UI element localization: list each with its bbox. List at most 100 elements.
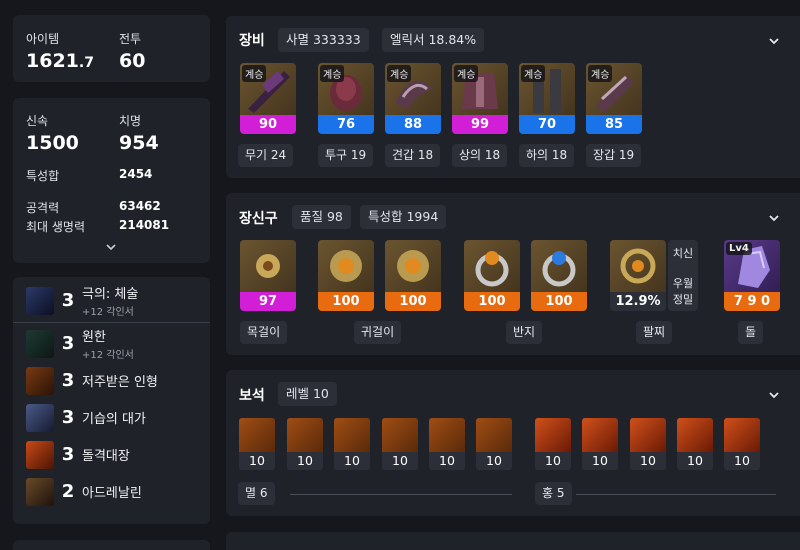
earring-item[interactable]: 100 [385,240,441,311]
engraving-row[interactable]: 3 원한 +12 각인서 [13,325,210,362]
gem-slot[interactable]: 10 [476,418,512,470]
hp-label: 최대 생명력 [26,220,86,234]
earring-icon [330,250,362,282]
equipment-panel: 장비 사멸 333333 엘릭서 18.84% 계승 90 계승 76 계승 8… [226,16,800,178]
quality-pill: 품질 98 [292,205,351,229]
item-level: 아이템 1621.7 [26,32,94,72]
stat-swift: 신속 1500 [26,114,79,154]
slot-label-earring: 귀걸이 [354,321,402,344]
slot-label-ring: 반지 [506,321,543,344]
spec-pill: 특성합 1994 [360,205,447,229]
bracelet-item[interactable]: 12.9% [610,240,666,311]
earring-item[interactable]: 100 [318,240,374,311]
gem-icon [535,418,571,452]
atk-label: 공격력 [26,201,60,215]
gem-level-pill: 레벨 10 [278,382,337,406]
engraving-icon [26,286,54,315]
next-panel [226,532,800,550]
gem-slot[interactable]: 10 [724,418,760,470]
collapse-chevron-icon[interactable] [767,34,781,48]
pants-item[interactable]: 계승 70 [519,63,575,134]
bracelet-icon [620,248,656,284]
engraving-icon [26,477,54,506]
engraving-icon [26,440,54,469]
gem-slot[interactable]: 10 [382,418,418,470]
gem-slot[interactable]: 10 [677,418,713,470]
helmet-item[interactable]: 계승 76 [318,63,374,134]
slot-label-pants: 하의 18 [519,144,575,167]
slot-label-helmet: 투구 19 [318,144,374,167]
gem-slot[interactable]: 10 [429,418,465,470]
gem-icon [382,418,418,452]
shoulder-item[interactable]: 계승 88 [385,63,441,134]
chest-item[interactable]: 계승 99 [452,63,508,134]
gems-panel: 보석 레벨 10 10 10 10 10 10 10 10 10 10 10 1… [226,370,800,516]
gem-divider [576,494,776,495]
spec-sum-label: 특성합 [26,169,60,183]
slot-label-shoulder: 견갑 18 [385,144,441,167]
gem-icon [630,418,666,452]
collapse-chevron-icon[interactable] [767,211,781,225]
engraving-row[interactable]: 3 돌격대장 [13,436,210,473]
ring-icon [542,251,576,287]
accessories-panel: 장신구 품질 98 특성합 1994 97 100 100 100 100 12… [226,193,800,355]
elixir-pill: 엘릭서 18.84% [382,28,485,52]
engraving-card: 3 극의: 체술 +12 각인서 3 원한 +12 각인서 3 저주받은 인형 3 … [13,277,210,524]
gem-group-doom-label: 멸 6 [238,482,275,505]
stats-card: 신속 1500 치명 954 특성합 2454 공격력 63462 최대 생명력… [13,98,210,263]
engraving-row[interactable]: 3 기습의 대가 [13,399,210,436]
gloves-item[interactable]: 계승 85 [586,63,642,134]
slot-label-gloves: 장갑 19 [586,144,642,167]
earring-icon [397,250,429,282]
gem-slot[interactable]: 10 [334,418,370,470]
set-pill: 사멸 333333 [278,28,369,52]
engraving-row[interactable]: 2 아드레날린 [13,473,210,510]
slot-label-bracelet: 팔찌 [636,321,673,344]
gem-slot[interactable]: 10 [535,418,571,470]
level-card: 아이템 1621.7 전투 60 [13,15,210,82]
gem-icon [582,418,618,452]
divider [13,322,210,323]
gem-icon [239,418,275,452]
slot-label-necklace: 목걸이 [240,321,288,344]
engraving-icon [26,366,54,395]
accessories-title: 장신구 [239,211,278,227]
engraving-row[interactable]: 3 극의: 체술 +12 각인서 [13,282,210,319]
spec-sum-value: 2454 [119,167,153,181]
ring-item[interactable]: 100 [464,240,520,311]
gem-group-flame-label: 홍 5 [535,482,572,505]
expand-chevron-icon[interactable] [105,242,117,252]
engraving-row[interactable]: 3 저주받은 인형 [13,362,210,399]
gem-icon [677,418,713,452]
slot-label-stone: 돌 [738,321,764,344]
bracelet-stats: 치신 우월 정밀 [668,240,698,311]
gem-icon [334,418,370,452]
necklace-icon [256,254,280,278]
battle-level: 전투 60 [119,32,146,72]
necklace-item[interactable]: 97 [240,240,296,311]
gems-title: 보석 [239,388,265,404]
gem-slot[interactable]: 10 [239,418,275,470]
equipment-title: 장비 [239,33,265,49]
ring-item[interactable]: 100 [531,240,587,311]
next-card [13,540,210,550]
stone-item[interactable]: Lv4 7 9 0 [724,240,780,311]
slot-label-chest: 상의 18 [452,144,508,167]
slot-label-weapon: 무기 24 [238,144,294,167]
collapse-chevron-icon[interactable] [767,388,781,402]
engraving-icon [26,329,54,358]
weapon-item[interactable]: 계승 90 [240,63,296,134]
engraving-icon [26,403,54,432]
gem-divider [290,494,512,495]
gem-slot[interactable]: 10 [582,418,618,470]
gem-icon [429,418,465,452]
gem-icon [287,418,323,452]
ring-icon [475,251,509,287]
hp-value: 214081 [119,218,170,232]
gem-slot[interactable]: 10 [630,418,666,470]
gem-icon [724,418,760,452]
gem-slot[interactable]: 10 [287,418,323,470]
atk-value: 63462 [119,199,161,213]
stat-crit: 치명 954 [119,114,159,154]
gem-icon [476,418,512,452]
